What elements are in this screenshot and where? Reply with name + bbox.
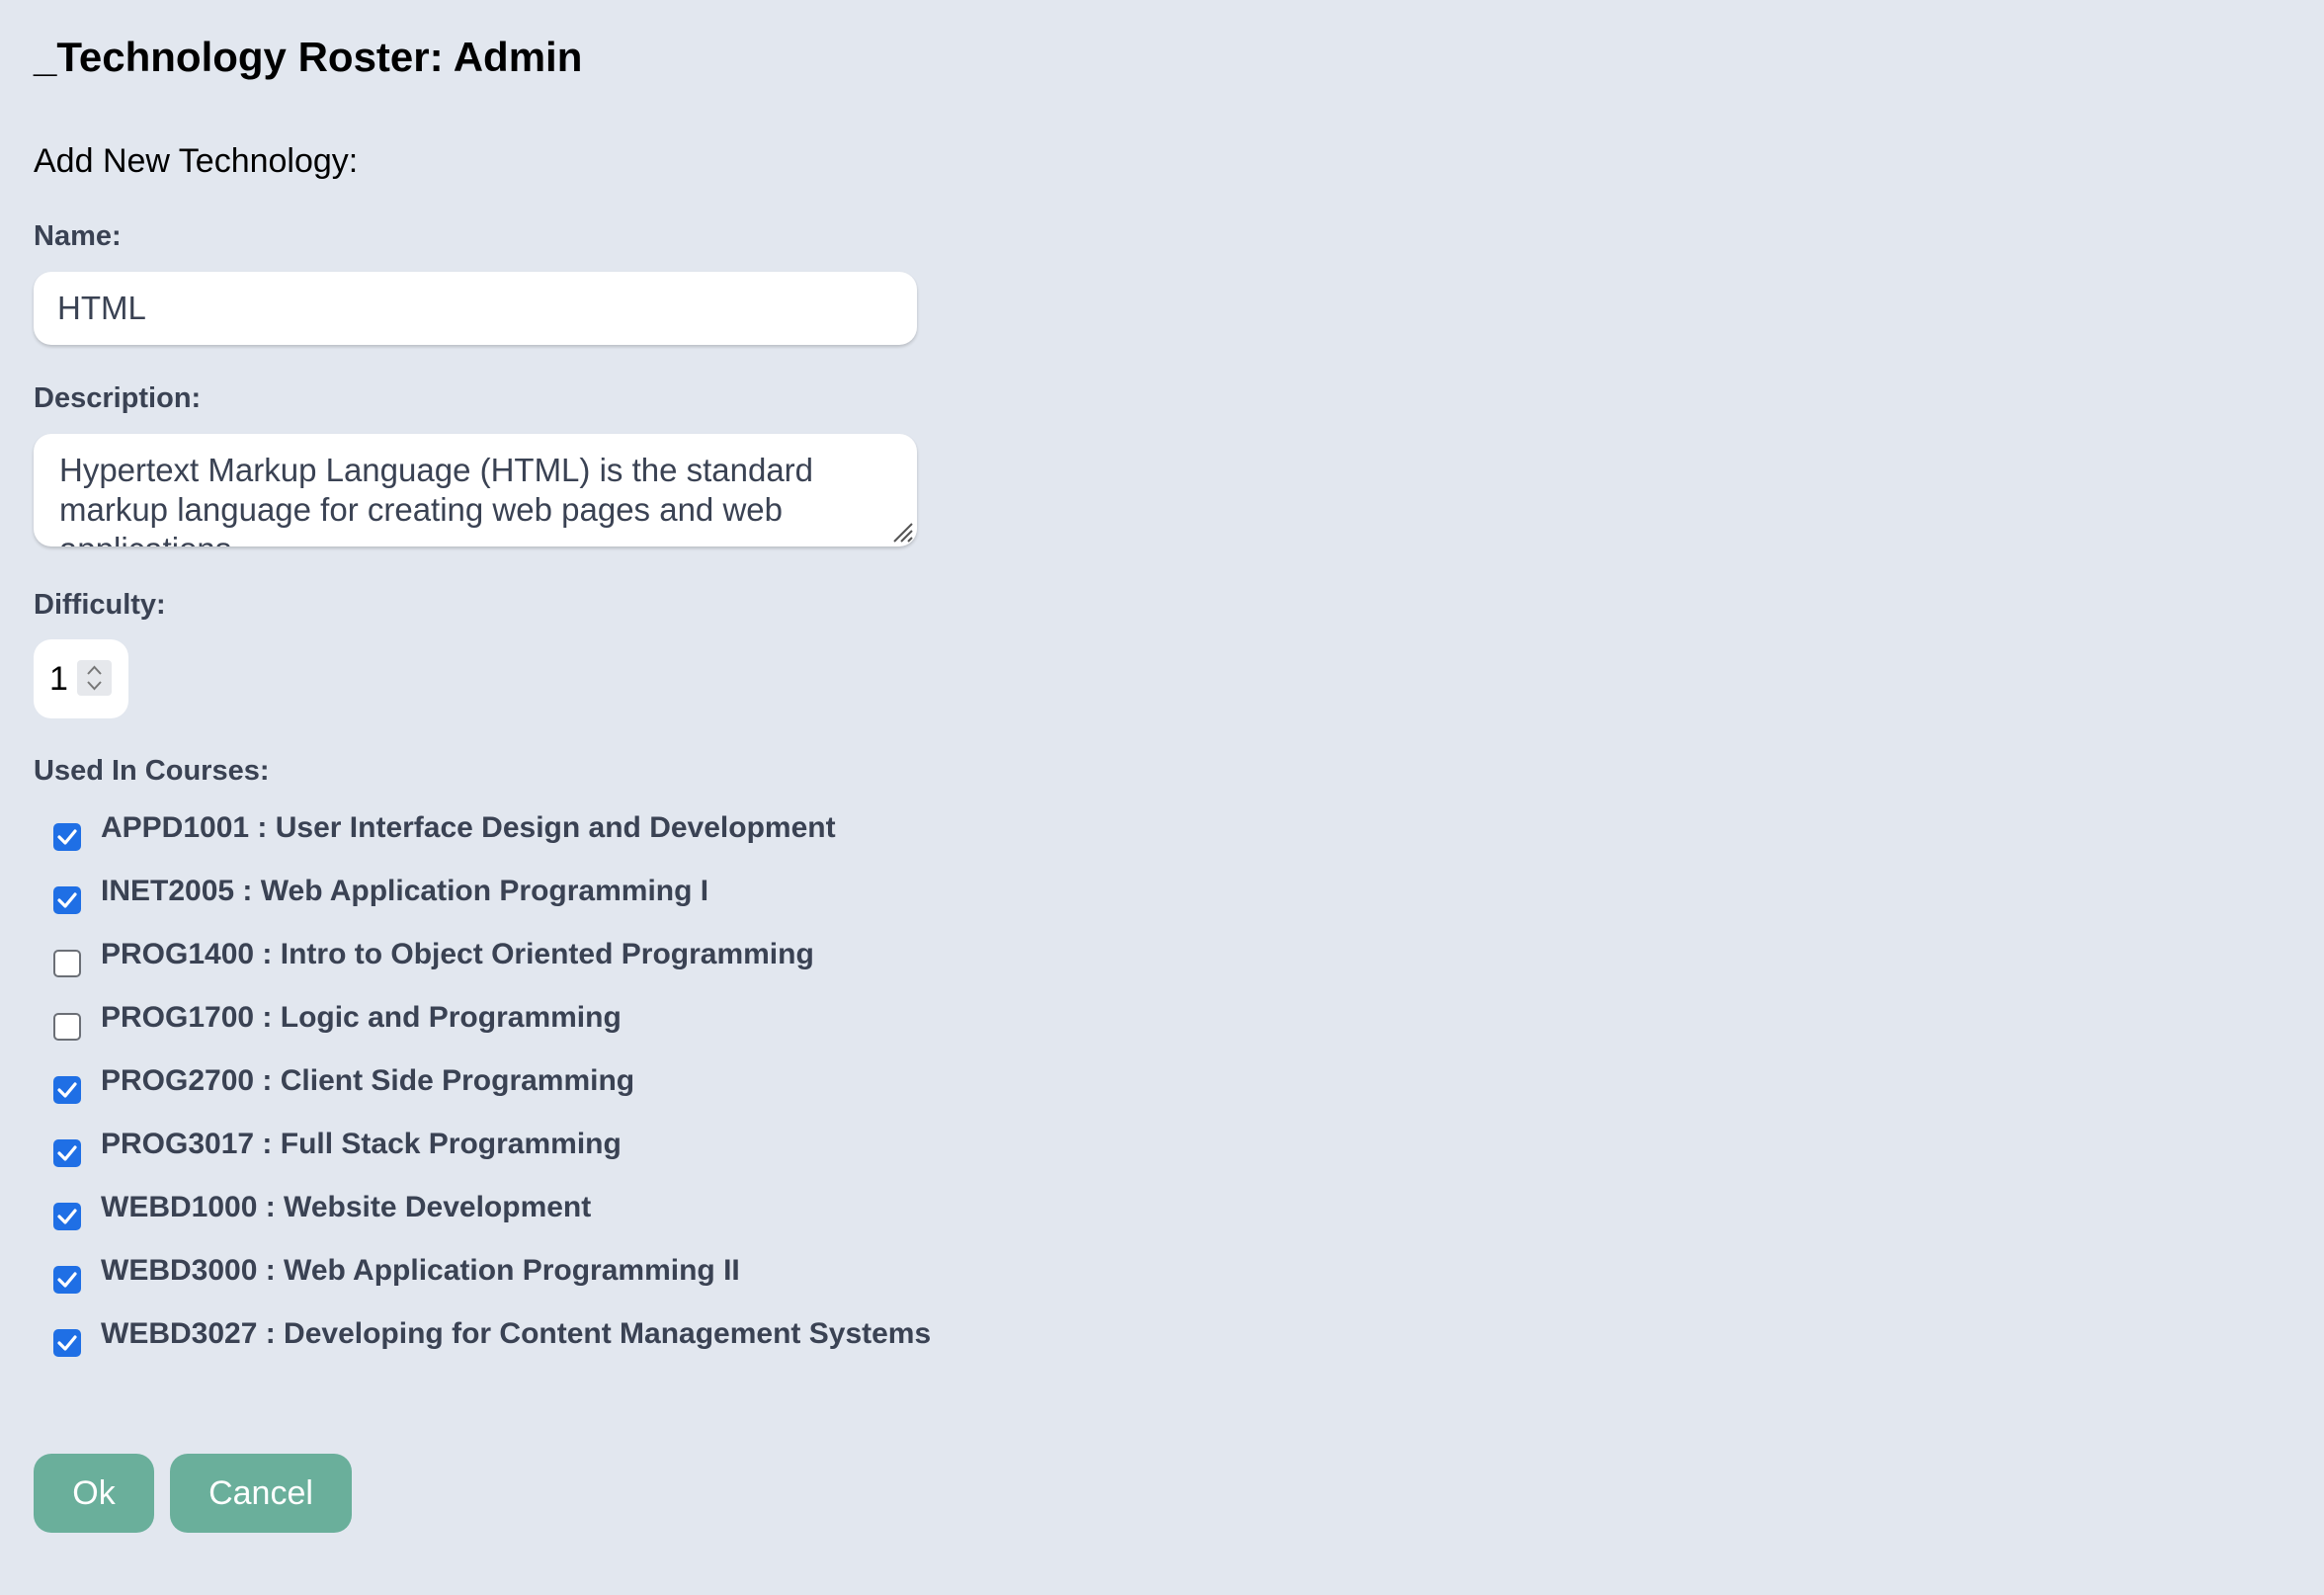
difficulty-stepper[interactable]: [77, 660, 112, 696]
checkmark-icon: [57, 1272, 77, 1288]
page-title: _Technology Roster: Admin: [34, 34, 583, 80]
course-item[interactable]: PROG1700 : Logic and Programming: [34, 998, 1120, 1041]
course-label: APPD1001 : User Interface Design and Dev…: [101, 811, 836, 844]
course-label: WEBD1000 : Website Development: [101, 1191, 592, 1223]
course-checkbox[interactable]: [53, 1139, 81, 1167]
course-label: WEBD3000 : Web Application Programming I…: [101, 1254, 740, 1287]
course-label: PROG3017 : Full Stack Programming: [101, 1128, 622, 1160]
chevron-down-icon[interactable]: [85, 680, 104, 692]
checkmark-icon: [57, 1082, 77, 1098]
resize-handle-icon[interactable]: [891, 521, 913, 543]
checkmark-icon: [57, 1335, 77, 1351]
course-item[interactable]: PROG1400 : Intro to Object Oriented Prog…: [34, 935, 1120, 977]
difficulty-label: Difficulty:: [34, 589, 166, 621]
course-checkbox[interactable]: [53, 886, 81, 914]
course-label: PROG2700 : Client Side Programming: [101, 1064, 635, 1097]
checkmark-icon: [57, 829, 77, 845]
ok-button[interactable]: Ok: [34, 1454, 154, 1533]
courses-label: Used In Courses:: [34, 755, 270, 787]
course-item[interactable]: INET2005 : Web Application Programming I: [34, 872, 1120, 914]
admin-page: _Technology Roster: Admin Add New Techno…: [0, 0, 2324, 1595]
course-item[interactable]: PROG3017 : Full Stack Programming: [34, 1125, 1120, 1167]
difficulty-value[interactable]: 1: [49, 658, 68, 700]
course-checkbox[interactable]: [53, 1203, 81, 1230]
course-item[interactable]: WEBD3000 : Web Application Programming I…: [34, 1251, 1120, 1294]
course-checkbox[interactable]: [53, 1076, 81, 1104]
course-checkbox[interactable]: [53, 1329, 81, 1357]
checkmark-icon: [57, 892, 77, 908]
name-label: Name:: [34, 220, 122, 252]
checkmark-icon: [57, 1209, 77, 1224]
cancel-button[interactable]: Cancel: [170, 1454, 352, 1533]
course-label: INET2005 : Web Application Programming I: [101, 875, 709, 907]
chevron-up-icon[interactable]: [85, 664, 104, 676]
name-input[interactable]: [34, 272, 917, 345]
course-label: WEBD3027 : Developing for Content Manage…: [101, 1317, 932, 1350]
course-checkbox[interactable]: [53, 1013, 81, 1041]
description-field[interactable]: [34, 434, 917, 546]
course-label: PROG1700 : Logic and Programming: [101, 1001, 622, 1034]
course-label: PROG1400 : Intro to Object Oriented Prog…: [101, 938, 814, 970]
course-checkbox[interactable]: [53, 1266, 81, 1294]
course-checkbox[interactable]: [53, 823, 81, 851]
description-textarea[interactable]: [34, 434, 917, 546]
description-label: Description:: [34, 382, 202, 414]
checkmark-icon: [57, 1145, 77, 1161]
course-item[interactable]: APPD1001 : User Interface Design and Dev…: [34, 808, 1120, 851]
difficulty-input[interactable]: 1: [34, 639, 128, 718]
course-item[interactable]: WEBD3027 : Developing for Content Manage…: [34, 1314, 1120, 1357]
course-item[interactable]: WEBD1000 : Website Development: [34, 1188, 1120, 1230]
course-item[interactable]: PROG2700 : Client Side Programming: [34, 1061, 1120, 1104]
form-heading: Add New Technology:: [34, 142, 359, 180]
course-checkbox[interactable]: [53, 950, 81, 977]
